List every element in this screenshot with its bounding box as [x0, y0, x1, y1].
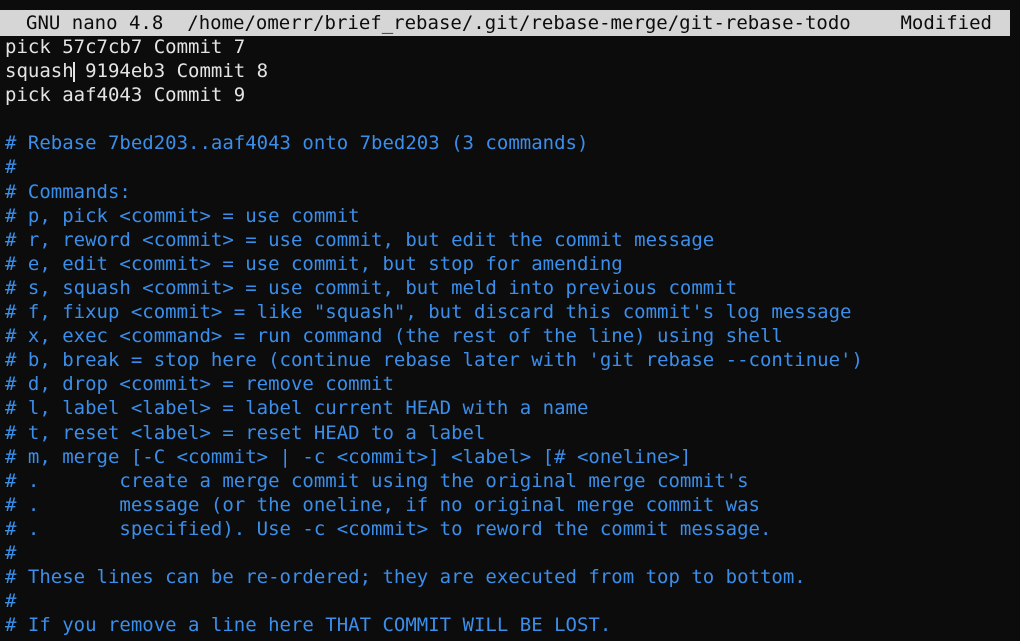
file-path: /home/omerr/brief_rebase/.git/rebase-mer…: [187, 12, 851, 34]
editor-line-empty[interactable]: [5, 107, 1020, 131]
comment-line[interactable]: # Rebase 7bed203..aaf4043 onto 7bed203 (…: [5, 131, 1020, 155]
text-editor-area[interactable]: pick 57c7cb7 Commit 7 squash 9194eb3 Com…: [5, 35, 1020, 637]
comment-line[interactable]: # If you remove a line here THAT COMMIT …: [5, 613, 1020, 637]
comment-line[interactable]: # r, reword <commit> = use commit, but e…: [5, 228, 1020, 252]
modified-status: Modified: [900, 12, 992, 34]
comment-line[interactable]: # m, merge [-C <commit> | -c <commit>] <…: [5, 445, 1020, 469]
comment-line[interactable]: # b, break = stop here (continue rebase …: [5, 348, 1020, 372]
comment-line[interactable]: # . specified). Use -c <commit> to rewor…: [5, 517, 1020, 541]
comment-line[interactable]: # f, fixup <commit> = like "squash", but…: [5, 300, 1020, 324]
comment-line[interactable]: # . message (or the oneline, if no origi…: [5, 493, 1020, 517]
editor-name-version: GNU nano 4.8: [26, 12, 164, 34]
comment-line[interactable]: # These lines can be re-ordered; they ar…: [5, 565, 1020, 589]
editor-line[interactable]: pick 57c7cb7 Commit 7: [5, 35, 1020, 59]
line-text-before-cursor: squash: [5, 60, 74, 83]
comment-line[interactable]: #: [5, 155, 1020, 179]
comment-line[interactable]: # Commands:: [5, 180, 1020, 204]
comment-line[interactable]: #: [5, 589, 1020, 613]
comment-line[interactable]: # d, drop <commit> = remove commit: [5, 372, 1020, 396]
comment-line[interactable]: # . create a merge commit using the orig…: [5, 469, 1020, 493]
comment-line[interactable]: # p, pick <commit> = use commit: [5, 204, 1020, 228]
comment-line[interactable]: # x, exec <command> = run command (the r…: [5, 324, 1020, 348]
comment-line[interactable]: # l, label <label> = label current HEAD …: [5, 396, 1020, 420]
nano-title-bar: GNU nano 4.8 /home/omerr/brief_rebase/.g…: [0, 10, 1010, 36]
comment-line[interactable]: # t, reset <label> = reset HEAD to a lab…: [5, 421, 1020, 445]
comment-line[interactable]: # s, squash <commit> = use commit, but m…: [5, 276, 1020, 300]
editor-line-with-cursor[interactable]: squash 9194eb3 Commit 8: [5, 59, 1020, 83]
editor-line[interactable]: pick aaf4043 Commit 9: [5, 83, 1020, 107]
comment-line[interactable]: # e, edit <commit> = use commit, but sto…: [5, 252, 1020, 276]
line-text-after-cursor: 9194eb3 Commit 8: [73, 60, 269, 83]
comment-line[interactable]: #: [5, 541, 1020, 565]
